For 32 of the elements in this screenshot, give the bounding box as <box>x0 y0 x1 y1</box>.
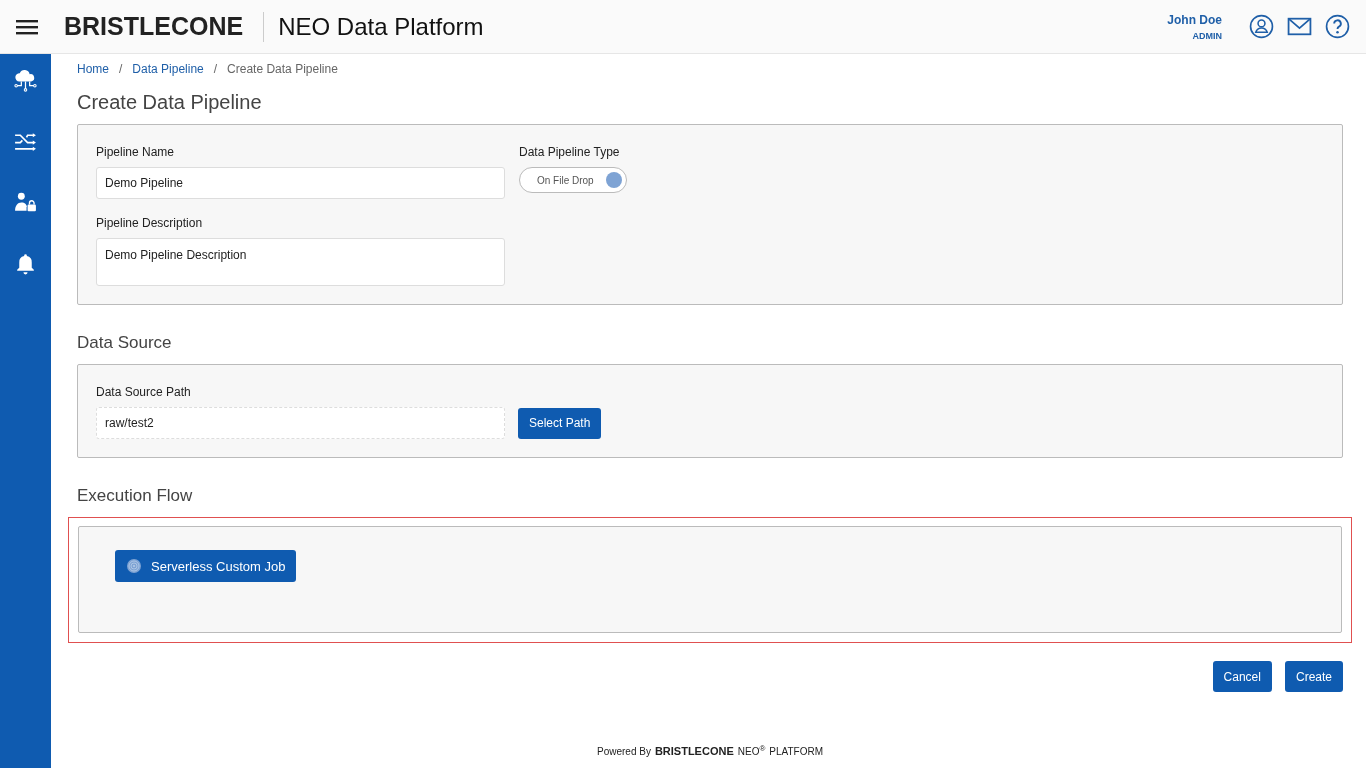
field-label: Pipeline Name <box>96 145 176 159</box>
user-name[interactable]: John Doe <box>1167 12 1222 27</box>
field-label: Pipeline Description <box>96 216 204 230</box>
footer-platform: PLATFORM <box>769 746 824 757</box>
pipeline-type-toggle[interactable]: On File Drop <box>519 167 627 193</box>
help-icon[interactable] <box>1325 14 1350 39</box>
target-icon <box>126 558 142 574</box>
breadcrumb-separator: / <box>213 62 218 76</box>
footer-product: NEO$^{®}$ <box>737 743 766 757</box>
page-title: Create Data Pipeline <box>77 91 263 114</box>
section-title: Data Source <box>77 333 173 353</box>
breadcrumb-link[interactable]: Home <box>77 62 109 76</box>
footer-logo: BRISTLECONE <box>654 745 734 757</box>
user-role: ADMIN <box>1192 30 1222 41</box>
brand-logo: BRISTLECONE <box>64 12 244 41</box>
footer-text: Powered By <box>596 746 651 757</box>
select-path-button[interactable]: Select Path <box>518 407 602 439</box>
pipeline-description-field[interactable]: Demo Pipeline Description <box>96 238 505 286</box>
create-button[interactable]: Create <box>1284 661 1343 692</box>
breadcrumb-link[interactable]: Data Pipeline <box>132 62 204 76</box>
field-label: Data Pipeline Type <box>519 145 621 159</box>
field-label: Data Source Path <box>96 385 192 399</box>
profile-icon[interactable] <box>1249 14 1274 39</box>
menu-icon[interactable] <box>16 18 38 35</box>
pipeline-name-field[interactable]: Demo Pipeline <box>96 167 505 199</box>
section-title: Execution Flow <box>77 486 194 506</box>
cancel-button[interactable]: Cancel <box>1212 661 1272 692</box>
app-title: NEO Data Platform <box>278 12 484 41</box>
breadcrumb-separator: / <box>119 62 123 76</box>
data-source-path-field[interactable]: raw/test2 <box>96 407 505 439</box>
serverless-job-button[interactable]: Serverless Custom Job <box>115 550 297 582</box>
cloud-network-icon[interactable] <box>13 68 38 93</box>
